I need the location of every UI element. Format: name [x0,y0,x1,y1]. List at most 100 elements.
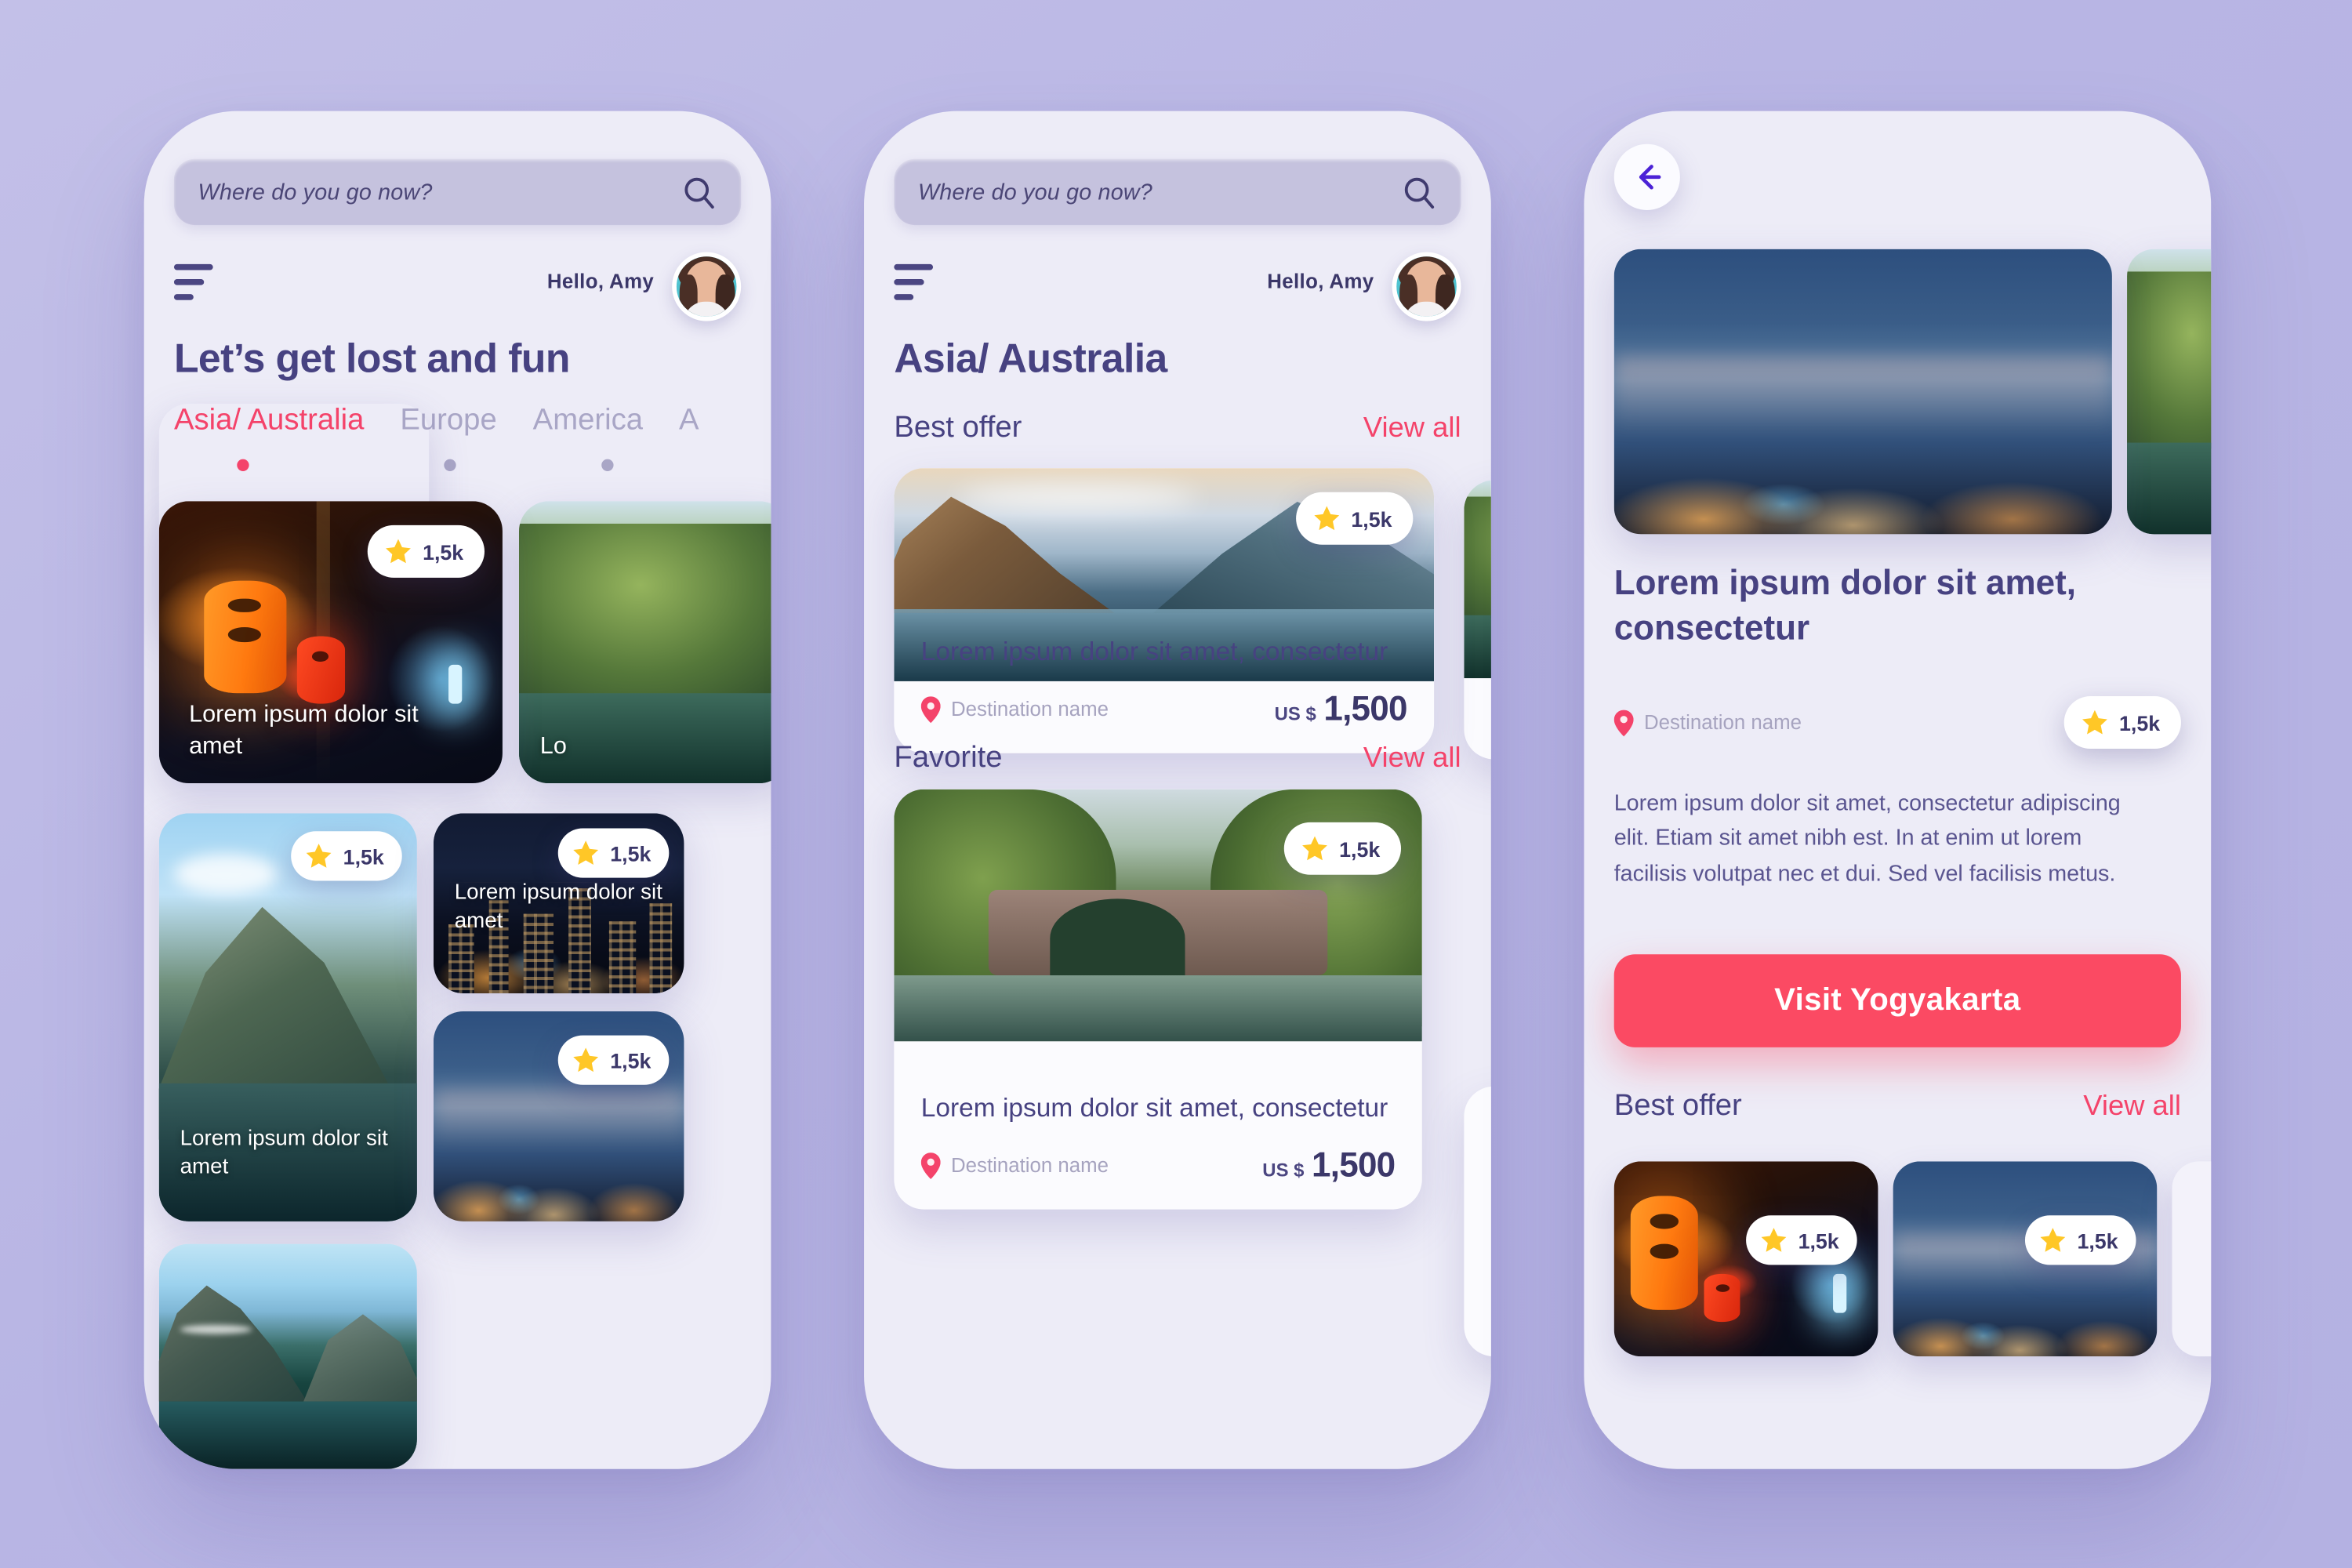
offer-card-partial[interactable] [1464,480,1491,760]
rating-value: 1,5k [2119,710,2161,735]
section-best-offer: Best offer View all [894,411,1461,445]
card-hongkong-night[interactable]: 1,5k Lorem ipsum dolor sit amet [433,813,684,994]
offer-card-favorite[interactable]: 1,5k Lorem ipsum dolor sit amet, consect… [894,789,1422,1210]
destination-label: Destination name [1643,711,1802,734]
tab-america[interactable]: America [533,404,643,448]
offer-body [1464,688,1490,760]
section-label: Favorite [894,741,1003,775]
fjord-image [158,1243,417,1469]
destination-row: Destination name [920,1152,1109,1179]
hongkong-skyline-dusk-image [1613,249,2112,535]
location-pin-icon [920,695,941,723]
thumb: 1,5k [894,789,1422,1042]
rating-badge: 1,5k [367,524,485,578]
destination-label: Destination name [951,697,1109,720]
rating-value: 1,5k [1798,1228,1839,1253]
card-caption: Lorem ipsum dolor sit amet [454,880,662,934]
location-pin-icon [1613,709,1634,736]
composition-stage: Where do you go now? Hello, Amy Let’s ge… [0,0,2352,1568]
search-input[interactable]: Where do you go now? [918,180,1401,205]
rating-badge: 1,5k [2024,1215,2136,1265]
detail-meta-row: Destination name 1,5k [1613,696,2181,750]
offer-title: Lorem ipsum dolor sit amet, consectetur [920,1091,1388,1122]
offer-card-best[interactable]: 1,5k Lorem ipsum dolor sit amet, consect… [894,468,1435,753]
tile-card-lantern[interactable]: 1,5k [1613,1161,1878,1357]
offer-body [1464,1284,1490,1356]
view-all-link[interactable]: View all [1363,742,1461,775]
search-icon[interactable] [681,174,717,210]
menu-icon[interactable] [173,263,213,309]
rating-badge: 1,5k [1283,822,1402,875]
detail-description: Lorem ipsum dolor sit amet, consectetur … [1613,790,2121,887]
tile-card-partial[interactable] [2172,1161,2212,1357]
hero-side-image-card[interactable] [2127,249,2212,535]
star-icon [1761,1228,1786,1252]
star-icon [1313,506,1339,531]
search-input[interactable]: Where do you go now? [198,180,681,205]
star-icon [1301,836,1327,861]
card-forest-partial[interactable]: Lo [519,501,771,784]
greeting-label: Hello, Amy [546,270,655,293]
avatar[interactable] [1392,252,1461,321]
rating-badge: 1,5k [1295,492,1414,545]
offer-body: Lorem ipsum dolor sit amet, consectetur … [894,1069,1421,1210]
header-row: Hello, Amy [173,252,742,321]
card-caption: Lorem ipsum dolor sit amet [180,1127,388,1180]
rating-badge: 1,5k [2063,696,2181,750]
offer-body: Lorem ipsum dolor sit amet, consectetur … [894,613,1434,753]
section-best-offer: Best offer View all [1614,1089,2181,1123]
phone-screen-detail: Lorem ipsum dolor sit amet, consectetur … [1584,111,2212,1469]
star-icon [2039,1228,2065,1252]
rating-value: 1,5k [1339,836,1381,861]
back-arrow-icon [1639,165,1661,190]
offer-title: Lorem ipsum dolor sit amet, consectetur [920,635,1388,666]
search-bar[interactable]: Where do you go now? [173,158,742,226]
header-row: Hello, Amy [894,252,1461,321]
rating-value: 1,5k [1351,506,1392,531]
star-icon [572,1047,598,1073]
view-all-link[interactable]: View all [2083,1090,2181,1123]
phone-screen-category: Where do you go now? Hello, Amy Asia/ Au… [864,111,1491,1469]
tab-africa-partial[interactable]: A [679,404,699,448]
rating-value: 1,5k [610,1047,652,1073]
visit-button[interactable]: Visit Yogyakarta [1613,954,2181,1047]
card-caption: Lorem ipsum dolor sit amet [189,702,419,759]
star-icon [572,840,598,865]
card-bottom-clipped[interactable] [158,1243,417,1469]
forest-river-image [2127,249,2212,535]
rating-value: 1,5k [610,840,652,866]
avatar[interactable] [672,252,742,321]
price-value: 1,500 [1323,688,1407,728]
phone-screen-home: Where do you go now? Hello, Amy Let’s ge… [143,111,771,1469]
thumb [1464,480,1491,679]
section-label: Best offer [1613,1089,1742,1123]
rating-badge: 1,5k [290,831,402,881]
search-icon[interactable] [1401,174,1437,210]
destination-row: Destination name [1613,709,1802,736]
hero-image-card[interactable] [1613,249,2112,535]
section-label: Best offer [894,411,1022,445]
card-mountain-lake[interactable]: 1,5k Lorem ipsum dolor sit amet [158,813,417,1221]
rating-value: 1,5k [343,844,384,869]
rating-badge: 1,5k [557,828,670,878]
destination-label: Destination name [951,1153,1109,1177]
tile-card-hongkong[interactable]: 1,5k [1893,1161,2158,1357]
rating-badge: 1,5k [557,1035,670,1085]
page-title: Let’s get lost and fun [173,336,571,382]
card-lantern-hero[interactable]: 1,5k Lorem ipsum dolor sit amet [158,501,503,784]
dot-2[interactable] [444,459,456,471]
dot-3[interactable] [601,459,614,471]
search-bar[interactable]: Where do you go now? [894,158,1461,226]
currency-label: US $ [1274,703,1316,725]
card-hongkong-dusk[interactable]: 1,5k [433,1011,684,1221]
rating-value: 1,5k [2077,1228,2118,1253]
menu-icon[interactable] [894,263,934,309]
offer-card-partial-2[interactable] [1464,1086,1491,1357]
card-caption: Lo [539,732,567,759]
price-value: 1,500 [1312,1145,1396,1185]
destination-row: Destination name [920,695,1109,723]
section-favorite: Favorite View all [894,741,1461,775]
view-all-link[interactable]: View all [1363,412,1461,445]
location-pin-icon [920,1152,941,1179]
back-button[interactable] [1613,143,1680,210]
